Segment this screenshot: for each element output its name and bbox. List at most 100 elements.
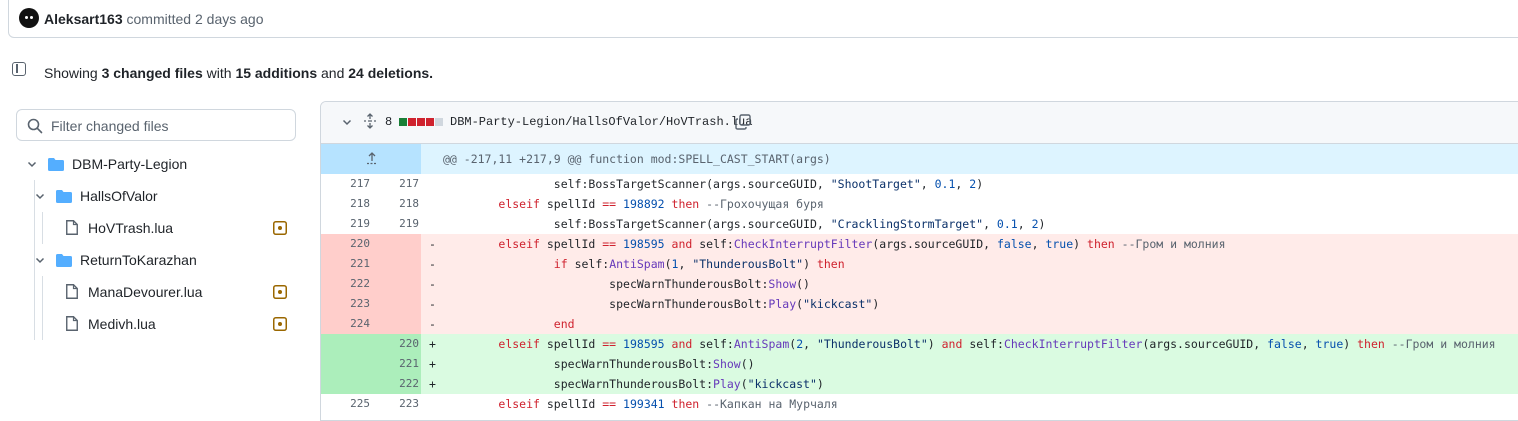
- expand-all-icon[interactable]: [363, 113, 377, 129]
- diff-line-added: 220 + elseif spellId == 198595 and self:…: [321, 334, 1518, 354]
- diffstat-block: [399, 118, 407, 126]
- diff-line: 225 223 elseif spellId == 199341 then --…: [321, 394, 1518, 414]
- new-line-number[interactable]: [370, 234, 419, 254]
- diff-line-deleted: 224 - end: [321, 314, 1518, 334]
- diffstat-block: [408, 118, 416, 126]
- new-line-number[interactable]: 217: [370, 174, 419, 194]
- summary-deletions: 24 deletions.: [348, 65, 434, 81]
- diff-line-added: 221 + specWarnThunderousBolt:Show(): [321, 354, 1518, 374]
- summary-files: 3 changed files: [101, 65, 203, 81]
- filter-input[interactable]: [49, 115, 293, 137]
- code-line: elseif spellId == 198595 and self:CheckI…: [498, 237, 1226, 251]
- chevron-down-icon[interactable]: [34, 254, 46, 266]
- change-count: 8: [385, 115, 393, 129]
- search-icon: [27, 118, 43, 134]
- diff-line: 218 218 elseif spellId == 198892 then --…: [321, 194, 1518, 214]
- summary-text: Showing 3 changed files with 15 addition…: [44, 65, 433, 81]
- code-line: self:BossTargetScanner(args.sourceGUID, …: [553, 177, 984, 191]
- diffstat: [399, 118, 444, 126]
- file-icon: [66, 220, 78, 235]
- diff-line-deleted: 221 - if self:AntiSpam(1, "ThunderousBol…: [321, 254, 1518, 274]
- old-line-number[interactable]: [321, 334, 370, 354]
- summary-with: with: [206, 65, 232, 81]
- chevron-down-icon[interactable]: [341, 116, 353, 128]
- diff-line-deleted: 223 - specWarnThunderousBolt:Play("kickc…: [321, 294, 1518, 314]
- new-line-number[interactable]: [370, 314, 419, 334]
- old-line-number[interactable]: 219: [321, 214, 370, 234]
- diff-marker: +: [429, 357, 436, 371]
- sidebar-toggle-icon[interactable]: [12, 62, 26, 76]
- diff-line-deleted: 222 - specWarnThunderousBolt:Show(): [321, 274, 1518, 294]
- chevron-down-icon[interactable]: [34, 190, 46, 202]
- old-line-number[interactable]: [321, 374, 370, 394]
- avatar[interactable]: [19, 8, 39, 28]
- tree-file-medivh[interactable]: Medivh.lua: [0, 308, 310, 340]
- folder-icon: [56, 254, 72, 267]
- old-line-number[interactable]: 225: [321, 394, 370, 414]
- file-diff: 8 DBM-Party-Legion/HallsOfValor/HoVTrash…: [320, 101, 1518, 421]
- summary-and: and: [321, 65, 345, 81]
- diff-marker: -: [429, 277, 436, 291]
- filter-box: [16, 109, 296, 141]
- folder-icon: [48, 158, 64, 171]
- tree-label: ReturnToKarazhan: [80, 252, 197, 268]
- old-line-number[interactable]: 221: [321, 254, 370, 274]
- old-line-number[interactable]: 222: [321, 274, 370, 294]
- code-line: end: [553, 317, 575, 331]
- tree-folder-dbm-party-legion[interactable]: DBM-Party-Legion: [0, 148, 310, 180]
- new-line-number[interactable]: 222: [370, 374, 419, 394]
- file-icon: [66, 284, 78, 299]
- new-line-number[interactable]: 218: [370, 194, 419, 214]
- tree-label: ManaDevourer.lua: [88, 284, 203, 300]
- commit-time: 2 days ago: [194, 11, 264, 27]
- tree-label: DBM-Party-Legion: [72, 156, 188, 172]
- file-modified-icon: [273, 317, 287, 331]
- diffstat-block: [426, 118, 434, 126]
- diff-marker: +: [429, 377, 436, 391]
- new-line-number[interactable]: 221: [370, 354, 419, 374]
- old-line-number[interactable]: 220: [321, 234, 370, 254]
- tree-label: Medivh.lua: [88, 316, 156, 332]
- chevron-down-icon[interactable]: [26, 158, 38, 170]
- diff-line-deleted: 220 - elseif spellId == 198595 and self:…: [321, 234, 1518, 254]
- tree-folder-hallsofvalor[interactable]: HallsOfValor: [0, 180, 310, 212]
- old-line-number[interactable]: 224: [321, 314, 370, 334]
- new-line-number[interactable]: [370, 254, 419, 274]
- commit-meta: Aleksart163 committed 2 days ago: [44, 11, 263, 27]
- tree-label: HoVTrash.lua: [88, 220, 174, 236]
- file-modified-icon: [273, 285, 287, 299]
- file-path[interactable]: DBM-Party-Legion/HallsOfValor/HoVTrash.l…: [450, 115, 752, 129]
- code-line: elseif spellId == 198595 and self:AntiSp…: [498, 337, 1496, 351]
- diff-marker: -: [429, 237, 436, 251]
- folder-icon: [56, 190, 72, 203]
- commit-action: committed: [126, 11, 192, 27]
- code-line: elseif spellId == 198892 then --Грохочущ…: [498, 197, 824, 211]
- diff-marker: -: [429, 297, 436, 311]
- code-line: elseif spellId == 199341 then --Капкан н…: [498, 397, 838, 411]
- summary-additions: 15 additions: [235, 65, 318, 81]
- old-line-number[interactable]: [321, 354, 370, 374]
- expand-up-icon[interactable]: [365, 151, 379, 165]
- copy-icon[interactable]: [735, 114, 751, 130]
- old-line-number[interactable]: 223: [321, 294, 370, 314]
- code-line: specWarnThunderousBolt:Play("kickcast"): [553, 377, 824, 391]
- old-line-number[interactable]: 218: [321, 194, 370, 214]
- tree-file-manadevourer[interactable]: ManaDevourer.lua: [0, 276, 310, 308]
- tree-label: HallsOfValor: [80, 188, 158, 204]
- file-tree: DBM-Party-Legion HallsOfValor HoVTrash.l…: [0, 148, 310, 340]
- new-line-number[interactable]: 219: [370, 214, 419, 234]
- tree-file-hovtrash[interactable]: HoVTrash.lua: [0, 212, 310, 244]
- diff-line: 217 217 self:BossTargetScanner(args.sour…: [321, 174, 1518, 194]
- code-line: specWarnThunderousBolt:Play("kickcast"): [609, 297, 880, 311]
- commit-bar: Aleksart163 committed 2 days ago: [8, 0, 1518, 38]
- file-header: 8 DBM-Party-Legion/HallsOfValor/HoVTrash…: [321, 102, 1518, 144]
- new-line-number[interactable]: 220: [370, 334, 419, 354]
- diffstat-block: [435, 118, 443, 126]
- tree-folder-returntokarazhan[interactable]: ReturnToKarazhan: [0, 244, 310, 276]
- hunk-header: @@ -217,11 +217,9 @@ function mod:SPELL_…: [321, 144, 1518, 174]
- commit-author[interactable]: Aleksart163: [44, 11, 123, 27]
- old-line-number[interactable]: 217: [321, 174, 370, 194]
- new-line-number[interactable]: 223: [370, 394, 419, 414]
- new-line-number[interactable]: [370, 294, 419, 314]
- new-line-number[interactable]: [370, 274, 419, 294]
